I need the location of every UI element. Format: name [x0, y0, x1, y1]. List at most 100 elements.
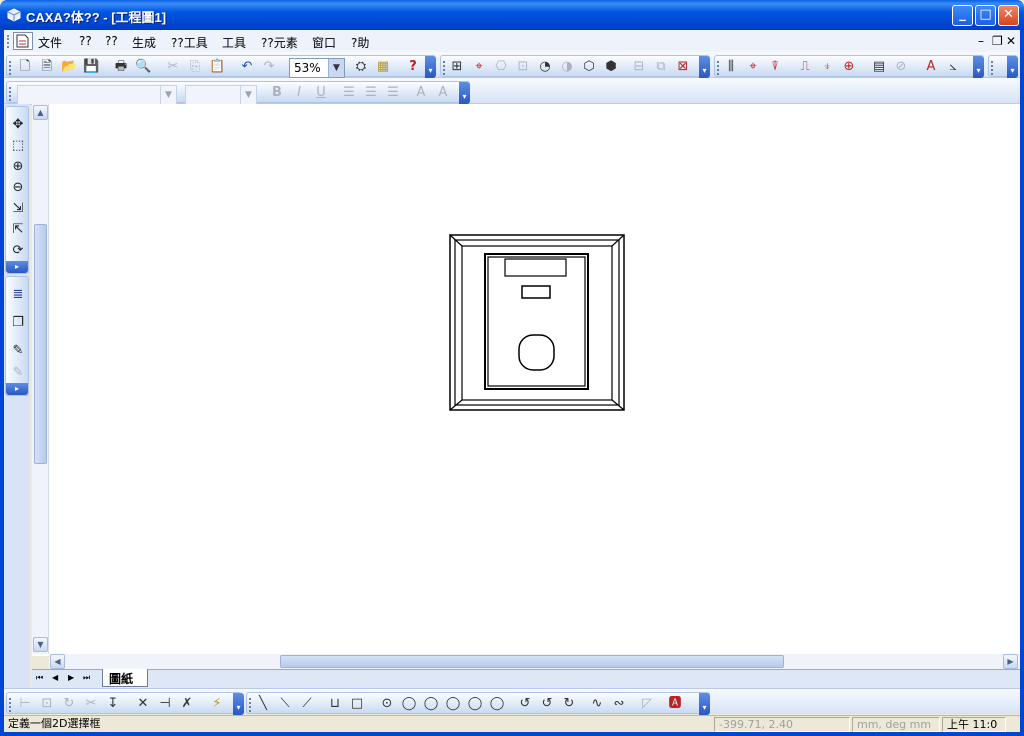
corner-rectangle-icon[interactable]: ⊔ — [327, 696, 343, 712]
cut-icon[interactable]: ✂ — [165, 59, 181, 75]
mdi-close-button[interactable]: ✕ — [1006, 34, 1016, 48]
align-left-icon[interactable]: ☰ — [341, 85, 357, 101]
align-right-icon[interactable]: ☰ — [385, 85, 401, 101]
last-sheet-button[interactable]: ⏭ — [83, 673, 90, 683]
tab-sheet-1[interactable]: 圖紙1 — [102, 669, 148, 701]
rectangle-icon[interactable]: □ — [349, 696, 365, 712]
datum-icon[interactable]: ⍒ — [767, 59, 783, 75]
menu-window[interactable]: 窗口 — [312, 34, 336, 51]
chevron-down-icon[interactable]: ▼ — [240, 86, 256, 104]
polygon-circle-icon[interactable]: ◯ — [489, 696, 505, 712]
menu-elements[interactable]: ??元素 — [261, 34, 298, 51]
toolbar-overflow-chevron[interactable]: ▾ — [233, 693, 244, 715]
ellipse-icon[interactable]: ◯ — [467, 696, 483, 712]
circle-icon[interactable]: ◯ — [401, 696, 417, 712]
zoom-in-icon[interactable]: ⊕ — [10, 159, 26, 175]
refresh-view-icon[interactable]: ⟳ — [10, 243, 26, 259]
bold-button[interactable]: B — [269, 85, 285, 101]
line-style-icon[interactable]: ≣ — [10, 287, 26, 303]
paste-icon[interactable]: 📋 — [209, 59, 225, 75]
toolbar-overflow-chevron[interactable]: ▾ — [1007, 56, 1018, 78]
extend-icon[interactable]: ↧ — [105, 696, 121, 712]
menu-help[interactable]: ?助 — [351, 34, 369, 51]
model-view-icon[interactable]: ⌖ — [471, 59, 487, 75]
detail-view-icon[interactable]: ◑ — [559, 59, 575, 75]
isometric-view-icon[interactable]: ⬢ — [603, 59, 619, 75]
mdi-restore-button[interactable]: ❐ — [992, 34, 1003, 48]
construction-line-icon[interactable]: ⟋ — [299, 696, 315, 712]
surface-finish-icon[interactable]: ⍖ — [819, 59, 835, 75]
leader-icon[interactable]: ⦣ — [945, 59, 961, 75]
redo-icon[interactable]: ↷ — [261, 59, 277, 75]
menu-tools[interactable]: 工具 — [222, 34, 246, 51]
copy-icon[interactable]: ⎘ — [187, 59, 203, 75]
toolbar-overflow-chevron[interactable]: ▾ — [699, 693, 710, 715]
update-views-icon[interactable]: ⊠ — [675, 59, 691, 75]
auxiliary-view-icon[interactable]: ⊡ — [515, 59, 531, 75]
weld-symbol-icon[interactable]: ⎍ — [797, 59, 813, 75]
toolbar-grip[interactable] — [9, 61, 11, 75]
layer-properties-icon[interactable]: ❐ — [10, 315, 26, 331]
hatch-icon[interactable]: ◸ — [639, 696, 655, 712]
geometric-tolerance-icon[interactable]: ⊕ — [841, 59, 857, 75]
section-view-icon[interactable]: ◔ — [537, 59, 553, 75]
menu-item-2[interactable]: ?? — [79, 34, 92, 48]
print-icon[interactable]: 🖶 — [113, 59, 129, 75]
scroll-left-button[interactable]: ◀ — [50, 654, 65, 669]
font-size-select[interactable]: ▼ — [185, 85, 257, 105]
horizontal-scroll-thumb[interactable] — [280, 655, 784, 668]
standard-views-icon[interactable]: ⊞ — [449, 59, 465, 75]
alternate-view-icon[interactable]: ⧉ — [653, 59, 669, 75]
horizontal-scrollbar[interactable]: ◀ ▶ — [49, 654, 1020, 669]
drawing-view[interactable] — [32, 104, 1020, 656]
drawing-canvas[interactable] — [32, 104, 1020, 656]
text-icon[interactable]: 🅰 — [667, 696, 683, 712]
zoom-fit-icon[interactable]: ⇱ — [10, 222, 26, 238]
zoom-sheet-icon[interactable]: ⇲ — [10, 201, 26, 217]
new-drawing-icon[interactable]: 🗎 — [39, 59, 55, 75]
arc-icon[interactable]: ↺ — [517, 696, 533, 712]
toolbar-overflow-chevron[interactable]: ▸ — [6, 383, 28, 395]
menubar-grip[interactable] — [7, 35, 10, 48]
projected-view-icon[interactable]: ⎔ — [493, 59, 509, 75]
toolbar-grip[interactable] — [9, 698, 11, 712]
tangent-arc-icon[interactable]: ↻ — [561, 696, 577, 712]
crop-view-icon[interactable]: ⊟ — [631, 59, 647, 75]
toolbar-grip[interactable] — [991, 61, 993, 75]
document-icon[interactable] — [13, 32, 33, 50]
vertical-scrollbar[interactable]: ▲ ▼ — [32, 104, 49, 654]
chevron-down-icon[interactable]: ▼ — [328, 59, 344, 77]
format-painter-icon[interactable]: ✎ — [10, 365, 26, 381]
toolbar-grip[interactable] — [249, 698, 251, 712]
tangent-circle-icon[interactable]: ◯ — [445, 696, 461, 712]
smart-dimension-icon[interactable]: ⊢ — [17, 696, 33, 712]
chevron-down-icon[interactable]: ▼ — [160, 86, 176, 104]
save-icon[interactable]: 💾 — [83, 59, 99, 75]
zoom-out-icon[interactable]: ⊖ — [10, 180, 26, 196]
color-picker-icon[interactable]: ✎ — [10, 343, 26, 359]
font-size-decrease-icon[interactable]: A — [435, 85, 451, 101]
undo-icon[interactable]: ↶ — [239, 59, 255, 75]
scroll-up-button[interactable]: ▲ — [33, 105, 48, 120]
italic-button[interactable]: I — [291, 85, 307, 101]
next-sheet-button[interactable]: ▶ — [68, 673, 74, 682]
menu-generate[interactable]: 生成 — [132, 34, 156, 51]
spline-icon[interactable]: ∿ — [589, 696, 605, 712]
pan-icon[interactable]: ✥ — [10, 117, 26, 133]
toolbar-overflow-chevron[interactable]: ▾ — [699, 56, 710, 78]
line-icon[interactable]: ╲ — [255, 696, 271, 712]
hole-table-icon[interactable]: ⊘ — [893, 59, 909, 75]
trim-icon[interactable]: ✂ — [83, 696, 99, 712]
zoom-window-icon[interactable]: ⬚ — [10, 138, 26, 154]
vertical-scroll-thumb[interactable] — [34, 224, 47, 464]
broken-view-icon[interactable]: ⬡ — [581, 59, 597, 75]
three-point-arc-icon[interactable]: ↺ — [539, 696, 555, 712]
toolbar-overflow-chevron[interactable]: ▾ — [973, 56, 984, 78]
scroll-right-button[interactable]: ▶ — [1003, 654, 1018, 669]
magic-wand-icon[interactable]: ⚡ — [209, 696, 225, 712]
break-icon[interactable]: ⊣ — [157, 696, 173, 712]
menu-item-5[interactable]: ??工具 — [171, 34, 208, 51]
toolbar-grip[interactable] — [717, 61, 719, 75]
font-size-increase-icon[interactable]: A — [413, 85, 429, 101]
align-center-icon[interactable]: ☰ — [363, 85, 379, 101]
